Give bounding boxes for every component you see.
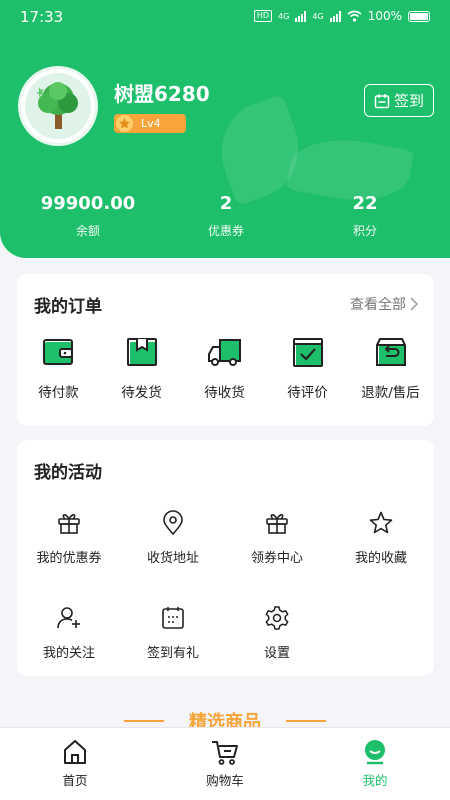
profile-header: 17:33 HD 4G 4G 100% 树盟6280 Lv4 签到 99900.…: [0, 0, 450, 258]
tree-avatar-icon: [25, 73, 91, 139]
signal-icon: [295, 10, 307, 22]
activity-label: 领券中心: [250, 551, 303, 566]
stat-balance[interactable]: 99900.00 余额: [13, 193, 163, 239]
status-bar: 17:33 HD 4G 4G 100%: [0, 0, 450, 36]
hd-badge: HD: [253, 10, 273, 22]
checkin-button[interactable]: 签到: [364, 84, 434, 117]
level-badge: Lv4: [114, 114, 186, 133]
tab-label: 我的: [362, 773, 388, 788]
tab-home[interactable]: 首页: [0, 738, 150, 789]
stat-label: 优惠券: [207, 224, 244, 238]
profile-icon: [300, 738, 450, 766]
order-label: 退款/售后: [361, 385, 420, 401]
orders-card: 我的订单 查看全部 待付款 待发货 待收货 待评价 退款/售后: [17, 274, 434, 426]
orders-title: 我的订单: [34, 297, 102, 317]
calendar-icon: [374, 93, 390, 108]
gift-icon: [225, 510, 329, 536]
status-time: 17:33: [20, 8, 64, 26]
order-refund[interactable]: 退款/售后: [349, 336, 432, 401]
order-label: 待评价: [287, 385, 328, 401]
stat-value: 22: [352, 193, 378, 214]
username: 树盟6280: [114, 82, 210, 106]
level-label: Lv4: [141, 117, 161, 130]
activity-label: 我的关注: [42, 646, 95, 661]
activity-my-coupons[interactable]: 我的优惠券: [17, 510, 121, 566]
stat-label: 积分: [352, 224, 377, 238]
order-label: 待收货: [204, 385, 245, 401]
gift-icon: [17, 510, 121, 536]
level-medal-icon: [116, 115, 133, 132]
activity-checkin-gift[interactable]: 签到有礼: [121, 605, 225, 661]
calendar-icon: [121, 605, 225, 631]
battery-percent: 100%: [367, 9, 402, 23]
activity-label: 设置: [263, 646, 290, 661]
tab-label: 购物车: [206, 773, 244, 788]
activity-label: 我的收藏: [354, 551, 407, 566]
order-pending-payment[interactable]: 待付款: [17, 336, 100, 401]
package-icon: [100, 336, 183, 370]
activity-label: 收货地址: [146, 551, 199, 566]
activities-card: 我的活动 我的优惠券 收货地址 领券中心 我的收藏 我的关注 签到有礼 设置: [17, 440, 434, 676]
review-check-icon: [266, 336, 349, 370]
stats-row: 99900.00 余额 2 优惠券 22 积分: [0, 193, 450, 243]
order-pending-review[interactable]: 待评价: [266, 336, 349, 401]
wifi-icon: [347, 10, 362, 22]
stat-value: 99900.00: [40, 193, 136, 214]
stat-coupons[interactable]: 2 优惠券: [151, 193, 301, 239]
avatar[interactable]: [18, 66, 98, 146]
divider: [286, 720, 326, 722]
see-all-label: 查看全部: [350, 297, 406, 313]
featured-section-header: 精选商品: [0, 700, 450, 733]
order-pending-shipment[interactable]: 待发货: [100, 336, 183, 401]
network-label: 4G: [312, 11, 324, 21]
order-label: 待付款: [38, 385, 79, 401]
tab-profile[interactable]: 我的: [300, 738, 450, 789]
checkin-label: 签到: [393, 92, 424, 110]
signal-icon: [329, 10, 341, 22]
activity-settings[interactable]: 设置: [225, 605, 329, 661]
gear-icon: [225, 605, 329, 631]
stat-value: 2: [219, 193, 233, 214]
order-pending-receipt[interactable]: 待收货: [183, 336, 266, 401]
activity-address[interactable]: 收货地址: [121, 510, 225, 566]
tab-label: 首页: [62, 773, 88, 788]
location-pin-icon: [121, 510, 225, 536]
activity-label: 我的优惠券: [36, 551, 102, 566]
user-add-icon: [17, 605, 121, 631]
bottom-tab-bar: 首页 购物车 我的: [0, 727, 450, 800]
see-all-orders-link[interactable]: 查看全部: [350, 294, 418, 314]
status-icons: HD 4G 4G 100%: [253, 9, 430, 23]
truck-icon: [183, 336, 266, 370]
wallet-icon: [17, 336, 100, 370]
activity-following[interactable]: 我的关注: [17, 605, 121, 661]
home-icon: [0, 738, 150, 766]
order-label: 待发货: [121, 385, 162, 401]
chevron-right-icon: [410, 297, 418, 311]
network-label: 4G: [278, 11, 290, 21]
star-icon: [329, 510, 433, 536]
stat-points[interactable]: 22 积分: [290, 193, 440, 239]
stat-label: 余额: [75, 224, 100, 238]
cart-icon: [150, 738, 300, 766]
battery-icon: [408, 10, 430, 22]
activity-coupon-center[interactable]: 领券中心: [225, 510, 329, 566]
activity-favorites[interactable]: 我的收藏: [329, 510, 433, 566]
tab-cart[interactable]: 购物车: [150, 738, 300, 789]
activities-title: 我的活动: [34, 463, 102, 483]
return-box-icon: [349, 336, 432, 370]
activity-label: 签到有礼: [146, 646, 199, 661]
